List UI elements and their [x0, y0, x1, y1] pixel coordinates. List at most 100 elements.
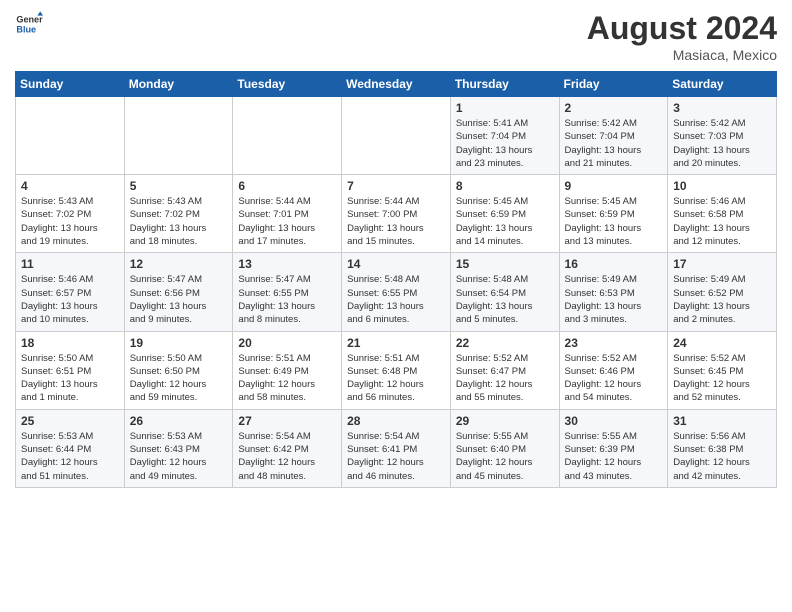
day-number: 9 — [565, 179, 663, 193]
weekday-header: Thursday — [450, 72, 559, 97]
day-info: Sunrise: 5:52 AMSunset: 6:45 PMDaylight:… — [673, 352, 771, 405]
day-info: Sunrise: 5:47 AMSunset: 6:56 PMDaylight:… — [130, 273, 228, 326]
calendar-week-row: 11 Sunrise: 5:46 AMSunset: 6:57 PMDayligh… — [16, 253, 777, 331]
day-number: 19 — [130, 336, 228, 350]
calendar-cell: 29 Sunrise: 5:55 AMSunset: 6:40 PMDayligh… — [450, 409, 559, 487]
calendar-cell: 13 Sunrise: 5:47 AMSunset: 6:55 PMDayligh… — [233, 253, 342, 331]
day-info: Sunrise: 5:54 AMSunset: 6:41 PMDaylight:… — [347, 430, 445, 483]
title-block: August 2024 Masiaca, Mexico — [587, 10, 777, 63]
weekday-header-row: SundayMondayTuesdayWednesdayThursdayFrid… — [16, 72, 777, 97]
svg-text:General: General — [16, 15, 43, 25]
day-number: 3 — [673, 101, 771, 115]
day-info: Sunrise: 5:43 AMSunset: 7:02 PMDaylight:… — [21, 195, 119, 248]
day-info: Sunrise: 5:44 AMSunset: 7:01 PMDaylight:… — [238, 195, 336, 248]
calendar-cell: 12 Sunrise: 5:47 AMSunset: 6:56 PMDayligh… — [124, 253, 233, 331]
logo: General Blue — [15, 10, 43, 38]
day-info: Sunrise: 5:52 AMSunset: 6:47 PMDaylight:… — [456, 352, 554, 405]
day-info: Sunrise: 5:46 AMSunset: 6:58 PMDaylight:… — [673, 195, 771, 248]
calendar-cell: 19 Sunrise: 5:50 AMSunset: 6:50 PMDayligh… — [124, 331, 233, 409]
day-number: 23 — [565, 336, 663, 350]
day-info: Sunrise: 5:48 AMSunset: 6:54 PMDaylight:… — [456, 273, 554, 326]
day-number: 15 — [456, 257, 554, 271]
calendar-cell: 11 Sunrise: 5:46 AMSunset: 6:57 PMDayligh… — [16, 253, 125, 331]
calendar-cell: 4Sunrise: 5:43 AMSunset: 7:02 PMDaylight… — [16, 175, 125, 253]
day-number: 2 — [565, 101, 663, 115]
day-info: Sunrise: 5:47 AMSunset: 6:55 PMDaylight:… — [238, 273, 336, 326]
day-number: 10 — [673, 179, 771, 193]
calendar-cell: 15 Sunrise: 5:48 AMSunset: 6:54 PMDayligh… — [450, 253, 559, 331]
calendar-cell: 23 Sunrise: 5:52 AMSunset: 6:46 PMDayligh… — [559, 331, 668, 409]
calendar-cell: 14 Sunrise: 5:48 AMSunset: 6:55 PMDayligh… — [342, 253, 451, 331]
calendar-cell: 31 Sunrise: 5:56 AMSunset: 6:38 PMDayligh… — [668, 409, 777, 487]
calendar-cell — [124, 97, 233, 175]
calendar-cell: 3 Sunrise: 5:42 AMSunset: 7:03 PMDaylight… — [668, 97, 777, 175]
day-number: 1 — [456, 101, 554, 115]
weekday-header: Sunday — [16, 72, 125, 97]
logo-icon: General Blue — [15, 10, 43, 38]
calendar-cell: 9Sunrise: 5:45 AMSunset: 6:59 PMDaylight… — [559, 175, 668, 253]
month-year: August 2024 — [587, 10, 777, 47]
calendar-cell — [233, 97, 342, 175]
day-number: 29 — [456, 414, 554, 428]
day-number: 20 — [238, 336, 336, 350]
day-number: 14 — [347, 257, 445, 271]
day-info: Sunrise: 5:45 AMSunset: 6:59 PMDaylight:… — [456, 195, 554, 248]
day-info: Sunrise: 5:55 AMSunset: 6:40 PMDaylight:… — [456, 430, 554, 483]
calendar-week-row: 18 Sunrise: 5:50 AMSunset: 6:51 PMDayligh… — [16, 331, 777, 409]
weekday-header: Tuesday — [233, 72, 342, 97]
day-number: 11 — [21, 257, 119, 271]
day-info: Sunrise: 5:44 AMSunset: 7:00 PMDaylight:… — [347, 195, 445, 248]
day-number: 18 — [21, 336, 119, 350]
day-number: 24 — [673, 336, 771, 350]
day-info: Sunrise: 5:54 AMSunset: 6:42 PMDaylight:… — [238, 430, 336, 483]
day-info: Sunrise: 5:48 AMSunset: 6:55 PMDaylight:… — [347, 273, 445, 326]
day-number: 31 — [673, 414, 771, 428]
day-number: 21 — [347, 336, 445, 350]
calendar-cell: 17 Sunrise: 5:49 AMSunset: 6:52 PMDayligh… — [668, 253, 777, 331]
calendar-cell: 1Sunrise: 5:41 AMSunset: 7:04 PMDaylight… — [450, 97, 559, 175]
weekday-header: Wednesday — [342, 72, 451, 97]
day-info: Sunrise: 5:53 AMSunset: 6:44 PMDaylight:… — [21, 430, 119, 483]
day-info: Sunrise: 5:52 AMSunset: 6:46 PMDaylight:… — [565, 352, 663, 405]
day-number: 28 — [347, 414, 445, 428]
day-number: 17 — [673, 257, 771, 271]
day-info: Sunrise: 5:51 AMSunset: 6:49 PMDaylight:… — [238, 352, 336, 405]
page-header: General Blue August 2024 Masiaca, Mexico — [15, 10, 777, 63]
calendar-week-row: 25 Sunrise: 5:53 AMSunset: 6:44 PMDayligh… — [16, 409, 777, 487]
day-info: Sunrise: 5:50 AMSunset: 6:50 PMDaylight:… — [130, 352, 228, 405]
day-number: 5 — [130, 179, 228, 193]
day-info: Sunrise: 5:55 AMSunset: 6:39 PMDaylight:… — [565, 430, 663, 483]
calendar-cell: 16Sunrise: 5:49 AMSunset: 6:53 PMDayligh… — [559, 253, 668, 331]
day-number: 12 — [130, 257, 228, 271]
svg-text:Blue: Blue — [16, 24, 36, 34]
calendar-cell: 8Sunrise: 5:45 AMSunset: 6:59 PMDaylight… — [450, 175, 559, 253]
calendar-week-row: 4Sunrise: 5:43 AMSunset: 7:02 PMDaylight… — [16, 175, 777, 253]
calendar-cell: 28 Sunrise: 5:54 AMSunset: 6:41 PMDayligh… — [342, 409, 451, 487]
day-info: Sunrise: 5:43 AMSunset: 7:02 PMDaylight:… — [130, 195, 228, 248]
calendar-cell: 27 Sunrise: 5:54 AMSunset: 6:42 PMDayligh… — [233, 409, 342, 487]
day-number: 26 — [130, 414, 228, 428]
calendar-cell: 22 Sunrise: 5:52 AMSunset: 6:47 PMDayligh… — [450, 331, 559, 409]
calendar-cell — [342, 97, 451, 175]
day-number: 22 — [456, 336, 554, 350]
day-number: 13 — [238, 257, 336, 271]
location: Masiaca, Mexico — [587, 47, 777, 63]
calendar-cell: 21Sunrise: 5:51 AMSunset: 6:48 PMDayligh… — [342, 331, 451, 409]
day-info: Sunrise: 5:53 AMSunset: 6:43 PMDaylight:… — [130, 430, 228, 483]
calendar-week-row: 1Sunrise: 5:41 AMSunset: 7:04 PMDaylight… — [16, 97, 777, 175]
day-info: Sunrise: 5:49 AMSunset: 6:52 PMDaylight:… — [673, 273, 771, 326]
calendar-cell: 30 Sunrise: 5:55 AMSunset: 6:39 PMDayligh… — [559, 409, 668, 487]
day-number: 27 — [238, 414, 336, 428]
day-info: Sunrise: 5:50 AMSunset: 6:51 PMDaylight:… — [21, 352, 119, 405]
day-info: Sunrise: 5:42 AMSunset: 7:03 PMDaylight:… — [673, 117, 771, 170]
day-number: 16 — [565, 257, 663, 271]
day-number: 25 — [21, 414, 119, 428]
day-info: Sunrise: 5:56 AMSunset: 6:38 PMDaylight:… — [673, 430, 771, 483]
day-number: 6 — [238, 179, 336, 193]
weekday-header: Friday — [559, 72, 668, 97]
day-number: 30 — [565, 414, 663, 428]
calendar-cell — [16, 97, 125, 175]
day-info: Sunrise: 5:46 AMSunset: 6:57 PMDaylight:… — [21, 273, 119, 326]
weekday-header: Saturday — [668, 72, 777, 97]
calendar-cell: 18 Sunrise: 5:50 AMSunset: 6:51 PMDayligh… — [16, 331, 125, 409]
